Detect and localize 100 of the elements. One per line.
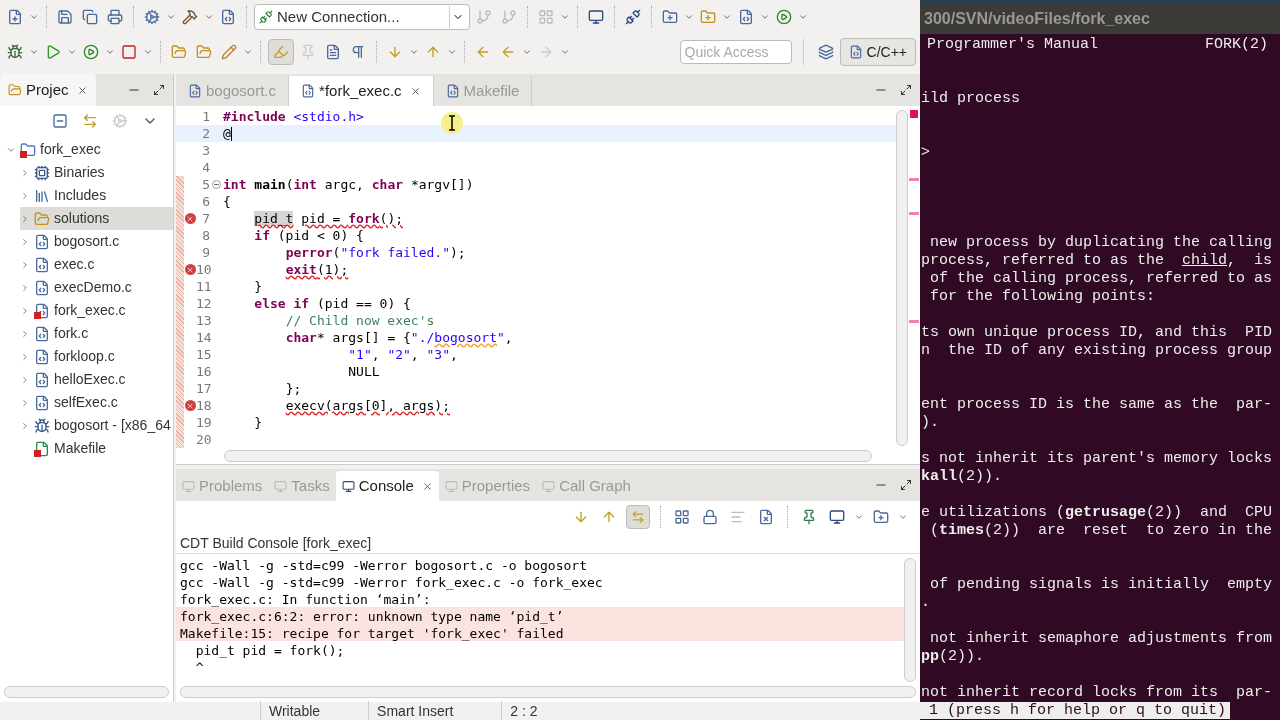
console-line: ^ [194, 659, 205, 675]
code-line: perror("fork failed."); [284, 243, 466, 262]
tree-item[interactable]: solutions [20, 207, 173, 230]
man-text-line: s not inherit its parent's memory locks [921, 450, 1273, 467]
line-number: 10 [196, 260, 210, 279]
man-section: FORK(2) [1205, 34, 1268, 52]
view-icon [444, 479, 458, 493]
man-text-line: of pending signals is initially empty [929, 576, 1273, 593]
tree-item[interactable]: forkloop.c [20, 345, 173, 368]
quick-access-field[interactable]: Quick Access [679, 40, 792, 64]
vertical-scrollbar[interactable] [904, 558, 916, 682]
line-number: 17 [196, 379, 210, 398]
line-number: 9 [201, 243, 210, 262]
man-text-line: > [921, 144, 930, 161]
man-text-line: not inherit record locks from its par- [921, 684, 1273, 701]
line-number: 8 [201, 226, 210, 245]
code-line: else if (pid == 0) { [253, 294, 411, 313]
status-field: 2 : 2 [501, 700, 546, 720]
line-number: 1 [201, 107, 210, 126]
line-number: 6 [201, 192, 210, 211]
man-text-line: ild process [921, 90, 1021, 107]
pager-prompt: 1 (press h for help or q to quit) [920, 702, 1231, 719]
man-text-line: pp(2)). [921, 648, 985, 665]
console-line: pid_t pid = fork(); [194, 642, 346, 658]
code-line: pid_t pid = fork(); [253, 209, 404, 228]
line-number: 14 [196, 328, 210, 347]
horizontal-scrollbar[interactable] [180, 686, 916, 698]
console-line: gcc -Wall -g -std=c99 -Werror fork_exec.c -o fork_exec [179, 574, 604, 590]
line-number: 13 [196, 311, 210, 330]
man-text-line: ts own unique process ID, and this PID [921, 324, 1273, 341]
view-icon [341, 479, 355, 493]
man-text-line: e utilizations (getrusage(2)) and CPU [921, 504, 1273, 521]
maximize-icon[interactable] [900, 84, 912, 96]
line-number: 20 [196, 430, 210, 449]
code-line: { [223, 192, 231, 211]
tree-item[interactable]: fork_exec [6, 138, 173, 161]
man-text-line: n the ID of any existing process group [921, 342, 1273, 359]
code-line: "1", "2", "3", [347, 345, 458, 364]
line-number: 15 [196, 345, 210, 364]
tree-item[interactable]: helloExec.c [20, 368, 173, 391]
vertical-scrollbar[interactable] [896, 110, 908, 446]
code-line: // Child now exec's [284, 311, 435, 330]
close-icon[interactable] [421, 480, 433, 492]
connection-dropdown[interactable]: New Connection... [254, 4, 470, 30]
view-icon [274, 479, 288, 493]
tree-item[interactable]: fork_exec.c [20, 299, 173, 322]
tree-item[interactable]: bogosort.c [20, 230, 173, 253]
tree-item[interactable]: exec.c [20, 253, 173, 276]
maximize-icon[interactable] [900, 479, 912, 491]
man-text-line: new process by duplicating the calling [929, 234, 1273, 251]
editor-tab[interactable]: *fork_exec.c [289, 76, 434, 106]
close-icon[interactable] [76, 84, 88, 96]
tree-item[interactable]: bogosort - [x86_64 [20, 414, 173, 437]
code-line: if (pid < 0) { [253, 226, 364, 245]
man-text-line: ent process ID is the same as the par- [921, 396, 1273, 413]
line-number: 18 [196, 396, 210, 415]
horizontal-scrollbar[interactable] [224, 450, 872, 462]
c-file-icon [301, 84, 316, 98]
swap-arrows-icon [631, 510, 645, 524]
tree-item[interactable]: execDemo.c [20, 276, 173, 299]
highlighter-toggle[interactable] [268, 39, 294, 65]
code-line: int main(int argc, char *argv[]) [223, 175, 474, 194]
c-file-icon [445, 84, 460, 98]
perspective-button[interactable]: C/C++ [839, 38, 916, 66]
man-text-line: (times(2)) are reset to zero in the [929, 522, 1273, 539]
tree-item[interactable]: Binaries [20, 161, 173, 184]
console-line: gcc -Wall -g -std=c99 -Werror bogosort.c -o bogosort [179, 557, 588, 573]
line-number: 2 [201, 124, 210, 143]
view-tab[interactable]: Console [335, 471, 439, 501]
code-line: }; [284, 379, 302, 398]
man-text-line: kall(2)). [921, 468, 1003, 485]
line-number: 11 [196, 277, 210, 296]
c-file-icon [848, 45, 863, 59]
line-number: 5 [201, 175, 210, 194]
console-title: CDT Build Console [fork_exec] [179, 534, 373, 553]
maximize-icon[interactable] [153, 84, 165, 96]
tree-item[interactable]: Includes [20, 184, 173, 207]
line-number: 4 [201, 158, 210, 177]
man-header: Programmer's Manual [927, 35, 1099, 52]
console-line: fork_exec.c: In function ‘main’: [179, 591, 432, 607]
terminal-title: 300/SVN/videoFiles/fork_exec [924, 9, 1150, 29]
horizontal-scrollbar[interactable] [4, 686, 169, 698]
code-line: execv(args[0], args); [284, 396, 450, 415]
text-cursor-icon [441, 112, 463, 134]
line-number: 7 [201, 209, 210, 228]
scroll-lock-toggle[interactable] [626, 505, 650, 529]
tree-item[interactable]: fork.c [20, 322, 173, 345]
man-text-line: ). [921, 414, 939, 431]
code-line: NULL [347, 362, 380, 381]
close-icon[interactable] [409, 85, 421, 97]
tree-item[interactable]: selfExec.c [20, 391, 173, 414]
view-icon [542, 479, 556, 493]
highlighter-icon [273, 44, 289, 60]
code-line: @ [223, 124, 232, 144]
tree-item[interactable]: Makefile [20, 437, 173, 460]
combo-arrow-icon[interactable] [449, 6, 465, 28]
line-number: 3 [201, 141, 210, 160]
line-number: 16 [196, 362, 210, 381]
connection-icon [259, 10, 273, 24]
view-tab[interactable]: Projec [0, 74, 96, 106]
